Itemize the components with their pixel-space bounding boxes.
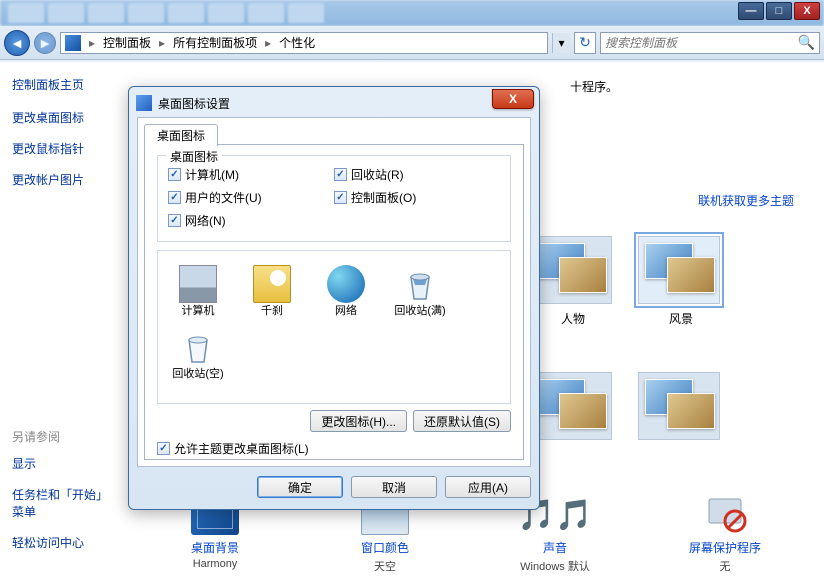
- ok-button[interactable]: 确定: [257, 476, 343, 498]
- setting-label: 声音: [490, 539, 620, 556]
- checkbox-label: 计算机(M): [185, 166, 239, 183]
- icon-label: 回收站(空): [168, 368, 228, 381]
- icon-recycle-empty[interactable]: 回收站(空): [166, 324, 230, 385]
- address-dropdown[interactable]: ▾: [552, 33, 570, 53]
- checkbox-network[interactable]: ✓网络(N): [168, 212, 334, 229]
- network-icon: [327, 265, 365, 303]
- window-close-button[interactable]: X: [794, 2, 820, 20]
- sidebar-see-also-label: 另请参阅: [12, 428, 118, 445]
- setting-value: Harmony: [150, 558, 280, 570]
- more-themes-link[interactable]: 联机获取更多主题: [698, 192, 794, 209]
- setting-value: Windows 默认: [490, 558, 620, 574]
- checkbox-label: 用户的文件(U): [185, 189, 262, 206]
- setting-value: 无: [660, 558, 790, 574]
- checkbox-computer[interactable]: ✓计算机(M): [168, 166, 334, 183]
- theme-landscape[interactable]: 风景: [638, 236, 724, 327]
- icon-label: 计算机: [168, 305, 228, 318]
- theme-people[interactable]: 人物: [530, 236, 616, 327]
- icon-network[interactable]: 网络: [314, 261, 378, 322]
- dialog-close-button[interactable]: X: [492, 89, 534, 109]
- desktop-icon-settings-dialog: 桌面图标设置 X 桌面图标 桌面图标 ✓计算机(M) ✓回收站(R) ✓用户的文…: [128, 86, 540, 510]
- apply-button[interactable]: 应用(A): [445, 476, 531, 498]
- setting-label: 窗口颜色: [320, 539, 450, 556]
- sidebar-link-desktop-icons[interactable]: 更改桌面图标: [12, 109, 118, 126]
- sidebar-see-also-taskbar[interactable]: 任务栏和「开始」菜单: [12, 486, 118, 520]
- dialog-title: 桌面图标设置: [158, 95, 230, 112]
- nav-back-button[interactable]: ◄: [4, 30, 30, 56]
- icon-label: 回收站(满): [390, 305, 450, 318]
- restore-defaults-button[interactable]: 还原默认值(S): [413, 410, 511, 432]
- search-icon[interactable]: 🔍: [798, 34, 815, 51]
- change-icon-button[interactable]: 更改图标(H)...: [310, 410, 407, 432]
- computer-icon: [179, 265, 217, 303]
- sidebar: 控制面板主页 更改桌面图标 更改鼠标指针 更改帐户图片 另请参阅 显示 任务栏和…: [0, 62, 130, 588]
- icon-label: 千刹: [242, 305, 302, 318]
- icon-computer[interactable]: 计算机: [166, 261, 230, 322]
- breadcrumb-1[interactable]: 控制面板: [103, 34, 151, 51]
- icon-user-files[interactable]: 千刹: [240, 261, 304, 322]
- sidebar-link-account-picture[interactable]: 更改帐户图片: [12, 171, 118, 188]
- control-panel-icon: [65, 35, 81, 51]
- nav-bar: ◄ ► ▸ 控制面板 ▸ 所有控制面板项 ▸ 个性化 ▾ ↻ 🔍: [0, 26, 824, 60]
- search-input[interactable]: [605, 36, 798, 50]
- setting-label: 屏幕保护程序: [660, 539, 790, 556]
- checkbox-allow-theme-change[interactable]: ✓ 允许主题更改桌面图标(L): [157, 440, 511, 457]
- folder-icon: [253, 265, 291, 303]
- theme-item[interactable]: [638, 372, 724, 440]
- window-maximize-button[interactable]: □: [766, 2, 792, 20]
- icon-recycle-full[interactable]: 回收站(满): [388, 261, 452, 322]
- checkbox-label: 控制面板(O): [351, 189, 416, 206]
- screensaver-icon: [701, 495, 749, 535]
- screensaver-setting[interactable]: 屏幕保护程序 无: [660, 495, 790, 574]
- checkbox-label: 回收站(R): [351, 166, 404, 183]
- recycle-bin-full-icon: [401, 265, 439, 303]
- dialog-titlebar[interactable]: 桌面图标设置 X: [132, 90, 536, 116]
- cancel-button[interactable]: 取消: [351, 476, 437, 498]
- sidebar-see-also-display[interactable]: 显示: [12, 455, 118, 472]
- dialog-icon: [136, 95, 152, 111]
- setting-label: 桌面背景: [150, 539, 280, 556]
- theme-label: 风景: [638, 310, 724, 327]
- refresh-button[interactable]: ↻: [574, 32, 596, 54]
- checkbox-label: 网络(N): [185, 212, 226, 229]
- window-minimize-button[interactable]: —: [738, 2, 764, 20]
- checkbox-label: 允许主题更改桌面图标(L): [174, 440, 309, 457]
- setting-value: 天空: [320, 558, 450, 574]
- groupbox-title: 桌面图标: [166, 148, 222, 165]
- address-bar[interactable]: ▸ 控制面板 ▸ 所有控制面板项 ▸ 个性化: [60, 32, 548, 54]
- checkbox-user-files[interactable]: ✓用户的文件(U): [168, 189, 334, 206]
- desktop-icons-groupbox: 桌面图标 ✓计算机(M) ✓回收站(R) ✓用户的文件(U) ✓控制面板(O) …: [157, 155, 511, 242]
- icon-preview-area: 计算机 千刹 网络 回收站(满): [157, 250, 511, 404]
- breadcrumb-3[interactable]: 个性化: [279, 34, 315, 51]
- breadcrumb-2[interactable]: 所有控制面板项: [173, 34, 257, 51]
- top-taskbar: [0, 0, 824, 26]
- search-box[interactable]: 🔍: [600, 32, 820, 54]
- checkbox-control-panel[interactable]: ✓控制面板(O): [334, 189, 500, 206]
- instruction-text-tail: 十程序。: [570, 78, 804, 95]
- tab-desktop-icons[interactable]: 桌面图标: [144, 124, 218, 146]
- nav-forward-button[interactable]: ►: [34, 32, 56, 54]
- theme-label: 人物: [530, 310, 616, 327]
- checkbox-recycle-bin[interactable]: ✓回收站(R): [334, 166, 500, 183]
- sidebar-link-mouse-pointers[interactable]: 更改鼠标指针: [12, 140, 118, 157]
- sidebar-see-also-ease[interactable]: 轻松访问中心: [12, 534, 118, 551]
- icon-label: 网络: [316, 305, 376, 318]
- theme-item[interactable]: [530, 372, 616, 440]
- sidebar-home[interactable]: 控制面板主页: [12, 76, 118, 93]
- recycle-bin-empty-icon: [179, 328, 217, 366]
